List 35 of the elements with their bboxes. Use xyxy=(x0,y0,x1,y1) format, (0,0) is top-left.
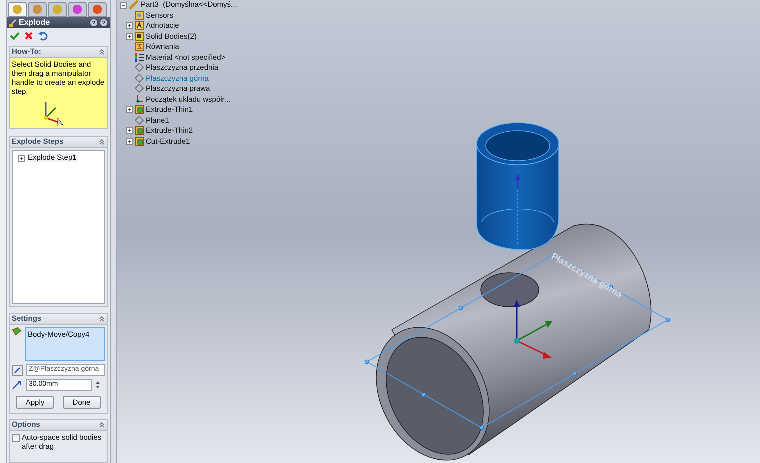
ok-check-icon[interactable] xyxy=(10,30,20,40)
expand-toggle[interactable] xyxy=(126,106,133,114)
expand-toggle[interactable] xyxy=(126,22,133,30)
plane-icon xyxy=(135,116,144,125)
checkbox[interactable] xyxy=(12,434,20,442)
collapse-icon[interactable] xyxy=(99,316,105,322)
feature-icon xyxy=(135,105,144,114)
triad-drawing xyxy=(514,300,553,359)
equations-icon xyxy=(135,42,144,52)
sensor-icon xyxy=(135,10,144,20)
undo-icon[interactable] xyxy=(38,30,48,40)
bodies-icon xyxy=(12,327,22,337)
direction-icon[interactable] xyxy=(12,364,23,376)
expand-toggle[interactable] xyxy=(126,138,133,145)
collapse-icon[interactable] xyxy=(99,139,105,145)
collapse-icon[interactable] xyxy=(99,49,105,55)
collapse-icon[interactable] xyxy=(99,422,105,428)
cancel-x-icon[interactable] xyxy=(24,30,34,40)
feature-tree-tab[interactable] xyxy=(8,2,27,17)
origin-icon xyxy=(135,94,144,104)
panel-title: Explode xyxy=(19,18,50,26)
expand-toggle[interactable] xyxy=(18,154,25,162)
spinner-icon[interactable] xyxy=(95,380,101,390)
expand-toggle[interactable] xyxy=(126,32,133,40)
part-icon xyxy=(129,0,139,10)
distance-icon xyxy=(12,380,23,390)
help-icon[interactable] xyxy=(100,18,108,26)
annotation-icon xyxy=(135,21,144,30)
expand-toggle[interactable] xyxy=(126,127,133,134)
collapse-toggle[interactable] xyxy=(120,2,127,8)
help-icon[interactable] xyxy=(90,18,98,26)
explode-icon xyxy=(9,18,17,26)
bodies-folder-icon xyxy=(135,32,144,41)
material-icon xyxy=(135,52,144,62)
drag-arrow-icon xyxy=(515,174,521,188)
